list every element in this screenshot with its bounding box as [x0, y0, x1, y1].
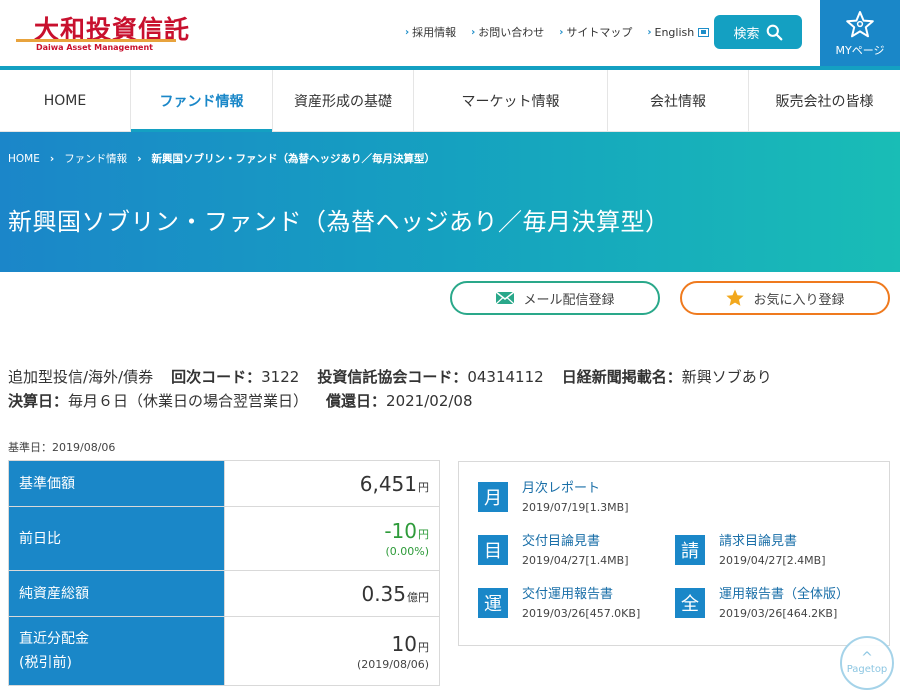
- external-window-icon: [698, 27, 710, 37]
- nav-item-fund-info[interactable]: ファンド情報: [131, 70, 273, 133]
- nav-item-distributors[interactable]: 販売会社の皆様: [749, 70, 900, 132]
- doc-meta: 2019/04/27[1.4MB]: [522, 554, 629, 567]
- monthly-doc-icon: 月: [478, 482, 508, 512]
- nikkei-name-label: 日経新聞掲載名：: [561, 368, 682, 386]
- doc-meta: 2019/04/27[2.4MB]: [719, 554, 826, 567]
- fund-category: 追加型投信/海外/債券: [8, 368, 154, 386]
- breadcrumb-current: 新興国ソブリン・ファンド（為替ヘッジあり／毎月決算型）: [151, 153, 436, 165]
- page-hero: HOME › ファンド情報 › 新興国ソブリン・ファンド（為替ヘッジあり／毎月決…: [0, 132, 900, 272]
- table-row: 基準価額 6,451円: [9, 461, 439, 507]
- doc-title[interactable]: 請求目論見書: [719, 533, 826, 551]
- doc-meta: 2019/03/26[464.2KB]: [719, 607, 838, 620]
- util-link-english[interactable]: › English: [647, 24, 710, 40]
- chevron-right-icon: ›: [471, 26, 476, 38]
- breadcrumb-fund-info[interactable]: ファンド情報: [64, 151, 127, 166]
- doc-monthly-report[interactable]: 月 月次レポート 2019/07/19[1.3MB]: [478, 480, 629, 514]
- util-link-recruit[interactable]: › 採用情報: [405, 24, 456, 40]
- search-icon: [766, 24, 782, 40]
- table-row: 直近分配金 (税引前) 10円 (2019/08/06): [9, 617, 439, 685]
- doc-prospectus[interactable]: 目 交付目論見書 2019/04/27[1.4MB]: [478, 533, 629, 567]
- settlement-value: 毎月６日（休業日の場合翌営業日）: [68, 392, 309, 410]
- doc-meta: 2019/07/19[1.3MB]: [522, 501, 629, 514]
- net-assets-label: 純資産総額: [9, 571, 225, 616]
- utility-links: › 採用情報 › お問い合わせ › サイトマップ › English: [405, 24, 710, 40]
- logo-underline: [16, 39, 176, 42]
- doc-request-prospectus[interactable]: 請 請求目論見書 2019/04/27[2.4MB]: [675, 533, 826, 567]
- prospectus-doc-icon: 目: [478, 535, 508, 565]
- fund-info-line-1: 追加型投信/海外/債券 回次コード：3122 投資信託協会コード：04314112 日…: [8, 366, 772, 387]
- star-icon: [846, 11, 874, 38]
- chevron-right-icon: ›: [49, 152, 55, 165]
- chevron-right-icon: ›: [559, 26, 564, 38]
- mail-icon: [496, 291, 515, 305]
- distribution-label: 直近分配金 (税引前): [9, 617, 225, 685]
- doc-meta: 2019/03/26[457.0KB]: [522, 607, 641, 620]
- breadcrumb: HOME › ファンド情報 › 新興国ソブリン・ファンド（為替ヘッジあり／毎月決…: [8, 151, 435, 166]
- assoc-code-value: 04314112: [467, 368, 544, 386]
- nav-value: 6,451円: [359, 471, 429, 496]
- chevron-right-icon: ›: [405, 26, 410, 38]
- net-assets-value: 0.35億円: [361, 581, 429, 606]
- doc-title[interactable]: 交付運用報告書: [522, 586, 640, 604]
- price-table: 基準価額 6,451円 前日比 -10円 (0.00%) 純資産総額 0.35億…: [8, 460, 440, 686]
- distribution-value: 10円: [391, 631, 429, 656]
- pagetop-button[interactable]: ^ Pagetop: [840, 636, 894, 690]
- site-header: 大和投資信託 Daiwa Asset Management › 採用情報 › お問い…: [0, 0, 900, 68]
- request-doc-icon: 請: [675, 535, 705, 565]
- util-link-contact[interactable]: › お問い合わせ: [471, 24, 544, 40]
- redemption-label: 償還日：: [326, 392, 387, 410]
- settlement-label: 決算日：: [8, 392, 69, 410]
- chevron-right-icon: ›: [647, 26, 652, 38]
- code-value: 3122: [261, 368, 300, 386]
- util-link-sitemap[interactable]: › サイトマップ: [559, 24, 632, 40]
- change-label: 前日比: [9, 507, 225, 570]
- nikkei-name-value: 新興ソブあり: [681, 368, 772, 386]
- breadcrumb-home[interactable]: HOME: [8, 153, 40, 165]
- company-logo[interactable]: 大和投資信託 Daiwa Asset Management: [16, 10, 189, 52]
- doc-title[interactable]: 運用報告書（全体版）: [719, 586, 849, 604]
- nav-item-asset-basics[interactable]: 資産形成の基礎: [273, 70, 414, 132]
- assoc-code-label: 投資信託協会コード：: [317, 368, 468, 386]
- redemption-value: 2021/02/08: [386, 392, 473, 410]
- nav-item-company-info[interactable]: 会社情報: [608, 70, 749, 132]
- doc-title[interactable]: 交付目論見書: [522, 533, 629, 551]
- fund-info-line-2: 決算日：毎月６日（休業日の場合翌営業日） 償還日：2021/02/08: [8, 390, 473, 411]
- documents-box: 月 月次レポート 2019/07/19[1.3MB] 目 交付目論見書 2019…: [458, 461, 890, 646]
- my-page-button[interactable]: MYページ: [820, 0, 900, 68]
- star-icon: [726, 289, 745, 306]
- nav-item-home[interactable]: HOME: [0, 70, 131, 132]
- mail-subscribe-button[interactable]: メール配信登録: [450, 281, 660, 315]
- code-label: 回次コード：: [171, 368, 262, 386]
- doc-full-report[interactable]: 全 運用報告書（全体版） 2019/03/26[464.2KB]: [675, 586, 849, 620]
- change-percent: (0.00%): [385, 545, 429, 558]
- chevron-right-icon: ›: [137, 152, 142, 165]
- logo-text-en: Daiwa Asset Management: [36, 43, 153, 52]
- distribution-date: (2019/08/06): [357, 657, 429, 671]
- full-report-doc-icon: 全: [675, 588, 705, 618]
- page-title: 新興国ソブリン・ファンド（為替ヘッジあり／毎月決算型）: [8, 208, 670, 236]
- search-button[interactable]: 検索: [714, 15, 802, 49]
- table-row: 前日比 -10円 (0.00%): [9, 507, 439, 571]
- chevron-up-icon: ^: [861, 649, 873, 666]
- change-value: -10円: [384, 519, 429, 543]
- nav-label: 基準価額: [9, 461, 225, 506]
- global-nav: HOME ファンド情報 資産形成の基礎 マーケット情報 会社情報 販売会社の皆様: [0, 70, 900, 133]
- doc-operation-report[interactable]: 運 交付運用報告書 2019/03/26[457.0KB]: [478, 586, 640, 620]
- base-date: 基準日：2019/08/06: [8, 441, 116, 454]
- doc-title[interactable]: 月次レポート: [522, 480, 629, 498]
- nav-item-market-info[interactable]: マーケット情報: [414, 70, 608, 132]
- operation-doc-icon: 運: [478, 588, 508, 618]
- table-row: 純資産総額 0.35億円: [9, 571, 439, 617]
- favorite-button[interactable]: お気に入り登録: [680, 281, 890, 315]
